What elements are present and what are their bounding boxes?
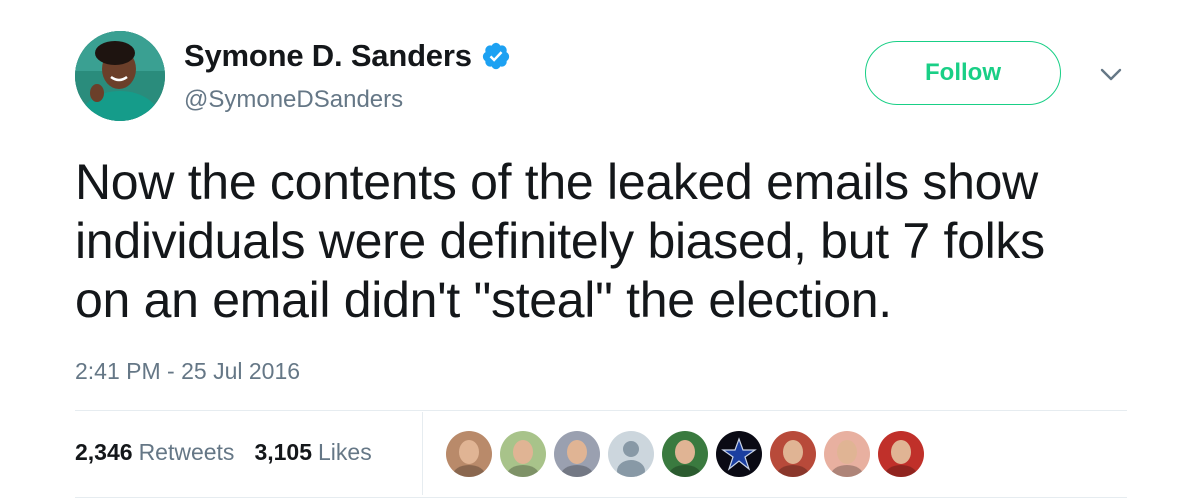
star-logo-avatar[interactable] <box>716 431 762 477</box>
tweet-text: Now the contents of the leaked emails sh… <box>75 154 1045 328</box>
tweet-timestamp[interactable]: 2:41 PM - 25 Jul 2016 <box>75 358 300 385</box>
retweets-count: 2,346 <box>75 439 133 465</box>
likes-stat[interactable]: 3,105 Likes <box>254 439 371 466</box>
liker-avatar-7[interactable] <box>770 431 816 477</box>
author-avatar[interactable] <box>75 31 165 121</box>
liker-avatar-3[interactable] <box>554 431 600 477</box>
tweet-stats: 2,346 Retweets 3,105 Likes <box>75 439 392 466</box>
liker-avatar-2[interactable] <box>500 431 546 477</box>
default-avatar-icon[interactable] <box>608 431 654 477</box>
divider <box>75 410 1127 411</box>
likes-count: 3,105 <box>254 439 312 465</box>
follow-button[interactable]: Follow <box>865 41 1061 105</box>
tweet-card: Symone D. Sanders @SymoneDSanders Follow… <box>0 0 1202 499</box>
liker-avatar-8[interactable] <box>824 431 870 477</box>
author-name[interactable]: Symone D. Sanders <box>184 38 472 74</box>
author-name-row: Symone D. Sanders <box>184 36 511 76</box>
retweets-stat[interactable]: 2,346 Retweets <box>75 439 234 466</box>
likes-label: Likes <box>318 439 372 465</box>
liker-avatar-1[interactable] <box>446 431 492 477</box>
divider <box>75 497 1127 498</box>
retweets-label: Retweets <box>138 439 235 465</box>
verified-badge-icon <box>481 41 511 71</box>
author-handle[interactable]: @SymoneDSanders <box>184 86 403 114</box>
chevron-down-icon[interactable] <box>1098 66 1124 84</box>
stats-separator <box>422 412 423 495</box>
liker-avatar-5[interactable] <box>662 431 708 477</box>
liker-avatar-9[interactable] <box>878 431 924 477</box>
